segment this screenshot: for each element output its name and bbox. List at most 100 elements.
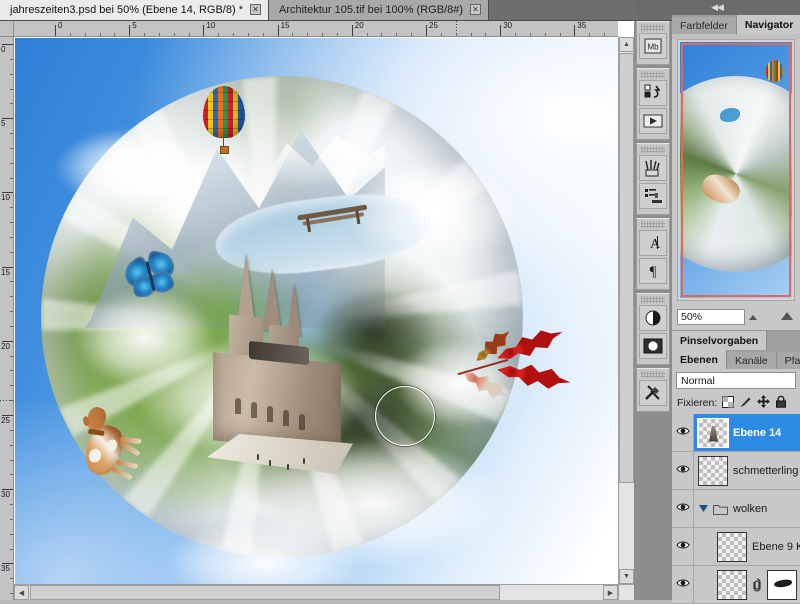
rail-grip-6[interactable]	[641, 371, 665, 378]
cow-leg-1	[110, 466, 133, 481]
layer-thumbnail[interactable]	[698, 455, 728, 486]
leaf-stem	[457, 358, 509, 376]
brushes-icon[interactable]	[639, 155, 667, 181]
lock-all-icon[interactable]	[775, 395, 787, 411]
tool-presets-icon[interactable]	[639, 380, 667, 406]
adjustments-icon[interactable]	[639, 305, 667, 331]
hruler-tick-minor	[604, 33, 606, 36]
vruler-tick-minor	[10, 58, 13, 60]
layer-name-label: Ebene 14	[733, 426, 782, 439]
scroll-up-arrow-icon[interactable]: ▲	[619, 37, 634, 52]
hruler-label: 30	[503, 21, 513, 30]
layer-visibility-toggle[interactable]	[672, 490, 694, 527]
lock-position-icon[interactable]	[757, 395, 771, 411]
horizontal-scroll-thumb[interactable]	[30, 585, 500, 600]
hruler-tick-minor	[233, 33, 235, 36]
canvas-vertical-scrollbar[interactable]: ▲ ▼	[618, 37, 634, 584]
layer-list: Ebene 14 schmetterling wolken Ebene 9 K	[672, 414, 800, 604]
clone-source-icon[interactable]	[639, 183, 667, 209]
layer-row[interactable]	[672, 566, 800, 604]
play-action-icon[interactable]	[639, 108, 667, 134]
rail-grip-4[interactable]	[641, 221, 665, 228]
masks-icon[interactable]	[639, 333, 667, 359]
rail-grip-5[interactable]	[641, 296, 665, 303]
layer-visibility-toggle[interactable]	[672, 414, 694, 451]
eye-icon	[675, 540, 690, 553]
bridge-mb-icon[interactable]: Mb	[639, 33, 667, 59]
character-icon[interactable]: A	[639, 230, 667, 256]
history-actions-icon[interactable]	[639, 80, 667, 106]
layer-row[interactable]: Ebene 9 K	[672, 528, 800, 566]
collapse-arrows-icon[interactable]: ◀◀	[711, 2, 724, 13]
rail-group-brushes	[636, 143, 670, 215]
paragraph-icon[interactable]: ¶	[639, 258, 667, 284]
rail-grip-2[interactable]	[641, 71, 665, 78]
layer-row[interactable]: Ebene 14	[672, 414, 800, 452]
blend-mode-select[interactable]: Normal	[676, 372, 796, 389]
layer-thumbnail[interactable]	[717, 531, 747, 562]
scroll-down-arrow-icon[interactable]: ▼	[619, 569, 634, 584]
vruler-tick-minor	[10, 533, 13, 535]
zoom-in-triangle-icon[interactable]	[781, 312, 793, 320]
hruler-tick-minor	[366, 33, 368, 36]
navigator-panel: 50%	[672, 39, 800, 331]
hruler-label: 0	[58, 21, 63, 30]
layer-row[interactable]: wolken	[672, 490, 800, 528]
layer-visibility-toggle[interactable]	[672, 452, 694, 489]
dock-collapse-bar[interactable]: ◀◀	[634, 0, 800, 15]
document-tab-1-close-icon[interactable]: ✕	[470, 4, 482, 15]
hruler-tick-minor	[470, 33, 472, 36]
layer-visibility-toggle[interactable]	[672, 528, 694, 565]
navigator-thumbnail[interactable]	[677, 39, 795, 301]
vruler-label: 35	[1, 564, 10, 574]
vertical-ruler[interactable]: 0 5 10 15 20 25 30 35	[0, 37, 14, 600]
vruler-tick-minor	[10, 444, 13, 446]
rail-grip-3[interactable]	[641, 146, 665, 153]
tab-ebenen[interactable]: Ebenen	[672, 350, 727, 369]
canvas-viewport[interactable]	[15, 38, 618, 600]
layer-thumbnail[interactable]	[717, 569, 747, 600]
horizontal-ruler[interactable]: 0510152025303540	[14, 21, 618, 37]
artwork-cathedral	[195, 248, 365, 498]
vruler-tick-minor	[10, 207, 13, 209]
navigator-zoom-input[interactable]: 50%	[677, 309, 745, 325]
hruler-tick-minor	[381, 33, 383, 36]
document-tab-0[interactable]: jahreszeiten3.psd bei 50% (Ebene 14, RGB…	[0, 0, 269, 20]
tab-pfade[interactable]: Pfade	[776, 352, 800, 369]
navigator-view-rectangle[interactable]	[681, 43, 791, 297]
svg-text:A: A	[650, 237, 661, 252]
lock-image-icon[interactable]	[739, 396, 752, 411]
cathedral-nave	[213, 352, 341, 452]
tab-kanaele[interactable]: Kanäle	[726, 352, 777, 369]
tab-farbfelder[interactable]: Farbfelder	[672, 17, 737, 34]
layer-visibility-toggle[interactable]	[672, 566, 694, 603]
vruler-tick-minor	[10, 251, 13, 253]
hruler-tick-minor	[336, 33, 338, 36]
scroll-right-arrow-icon[interactable]: ▶	[603, 585, 618, 600]
vertical-scroll-thumb[interactable]	[619, 53, 634, 483]
layer-mask-link-icon[interactable]	[752, 577, 762, 592]
layer-thumbnail[interactable]	[697, 417, 729, 448]
scroll-left-arrow-icon[interactable]: ◀	[14, 585, 29, 600]
zoom-out-triangle-icon[interactable]	[749, 315, 757, 320]
hruler-tick-minor	[396, 33, 398, 36]
navigator-zoom-slider[interactable]	[749, 309, 795, 325]
ruler-corner[interactable]	[0, 21, 14, 37]
vruler-label: 5	[1, 119, 6, 129]
vruler-tick-minor	[10, 370, 13, 372]
lock-transparency-icon[interactable]	[722, 395, 735, 411]
canvas-horizontal-scrollbar[interactable]: ◀ ▶	[14, 584, 618, 600]
hruler-tick-minor	[69, 33, 71, 36]
hruler-tick-minor	[485, 33, 487, 36]
collapsed-panel-rail: Mb A ¶	[634, 21, 672, 600]
layer-mask-thumbnail[interactable]	[767, 569, 797, 600]
canvas-artwork[interactable]	[15, 38, 618, 600]
document-tab-1[interactable]: Architektur 105.tif bei 100% (RGB/8#) ✕	[268, 0, 490, 20]
layer-row[interactable]: schmetterling	[672, 452, 800, 490]
tab-pinselvorgaben[interactable]: Pinselvorgaben	[672, 331, 768, 350]
rail-grip-1[interactable]	[641, 24, 665, 31]
document-tab-0-close-icon[interactable]: ✕	[249, 4, 261, 15]
group-disclosure-triangle-icon[interactable]	[698, 505, 708, 512]
tab-navigator[interactable]: Navigator	[736, 15, 800, 34]
hruler-tick-minor	[247, 33, 249, 36]
